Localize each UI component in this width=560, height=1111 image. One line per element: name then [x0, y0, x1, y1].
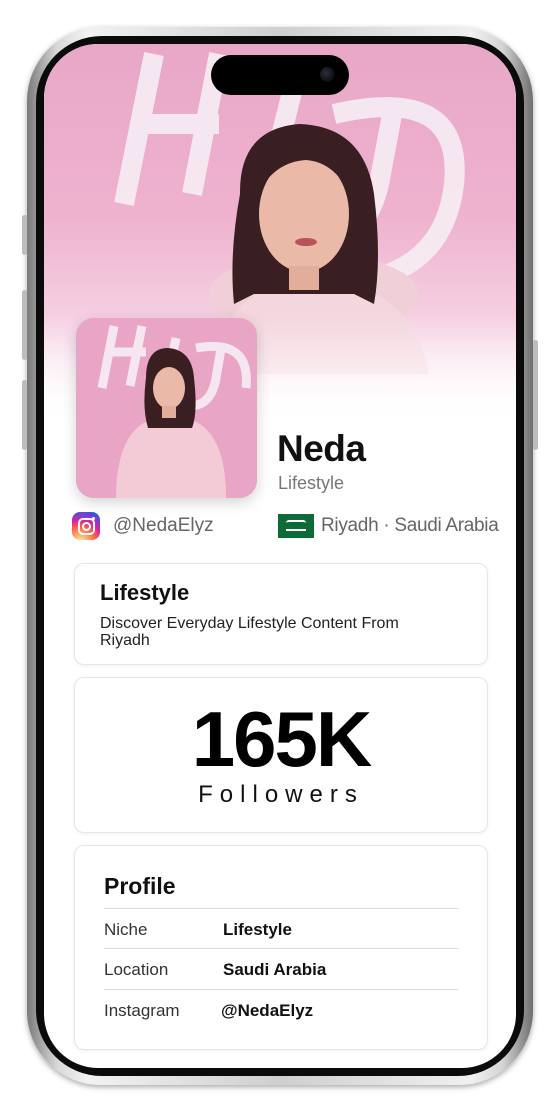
profile-row-niche: Niche Lifestyle	[104, 908, 458, 949]
about-title: Lifestyle	[100, 580, 190, 605]
about-description: Discover Everyday Lifestyle Content From…	[100, 615, 399, 649]
row-key: Instagram	[104, 1001, 180, 1020]
profile-details-card: Profile Niche Lifestyle Location Saudi A…	[74, 845, 488, 1050]
about-card: Lifestyle Discover Everyday Lifestyle Co…	[74, 563, 488, 665]
phone-power-button	[533, 340, 538, 450]
phone-side-button	[22, 215, 27, 255]
screen: Neda Lifestyle @NedaElyz Riyadh · Saudi …	[44, 44, 516, 1068]
followers-count: 165K	[191, 695, 372, 783]
camera-icon	[320, 67, 335, 82]
dynamic-island	[211, 55, 349, 95]
avatar-image	[76, 318, 257, 498]
followers-card: 165K Followers	[74, 677, 488, 833]
profile-subtitle: Lifestyle	[278, 473, 345, 493]
instagram-icon	[72, 512, 100, 540]
instagram-handle: @NedaElyz	[113, 515, 214, 536]
row-key: Niche	[104, 920, 148, 939]
phone-volume-down	[22, 380, 27, 450]
row-key: Location	[104, 960, 169, 979]
location-info: Riyadh · Saudi Arabia	[278, 514, 499, 538]
profile-name: Neda	[277, 428, 366, 469]
saudi-flag-icon	[278, 514, 314, 538]
profile-row-location: Location Saudi Arabia	[104, 948, 458, 989]
phone-volume-up	[22, 290, 27, 360]
row-value: Lifestyle	[223, 920, 292, 939]
row-value: Saudi Arabia	[223, 960, 327, 979]
profile-avatar[interactable]	[76, 318, 257, 498]
profile-row-instagram: Instagram @NedaElyz	[104, 989, 458, 1030]
instagram-link[interactable]: @NedaElyz	[72, 512, 214, 540]
row-value-link[interactable]: @NedaElyz	[221, 1001, 313, 1021]
followers-label: Followers	[198, 781, 364, 808]
profile-details-title: Profile	[104, 873, 176, 899]
location-text: Riyadh · Saudi Arabia	[321, 515, 499, 536]
